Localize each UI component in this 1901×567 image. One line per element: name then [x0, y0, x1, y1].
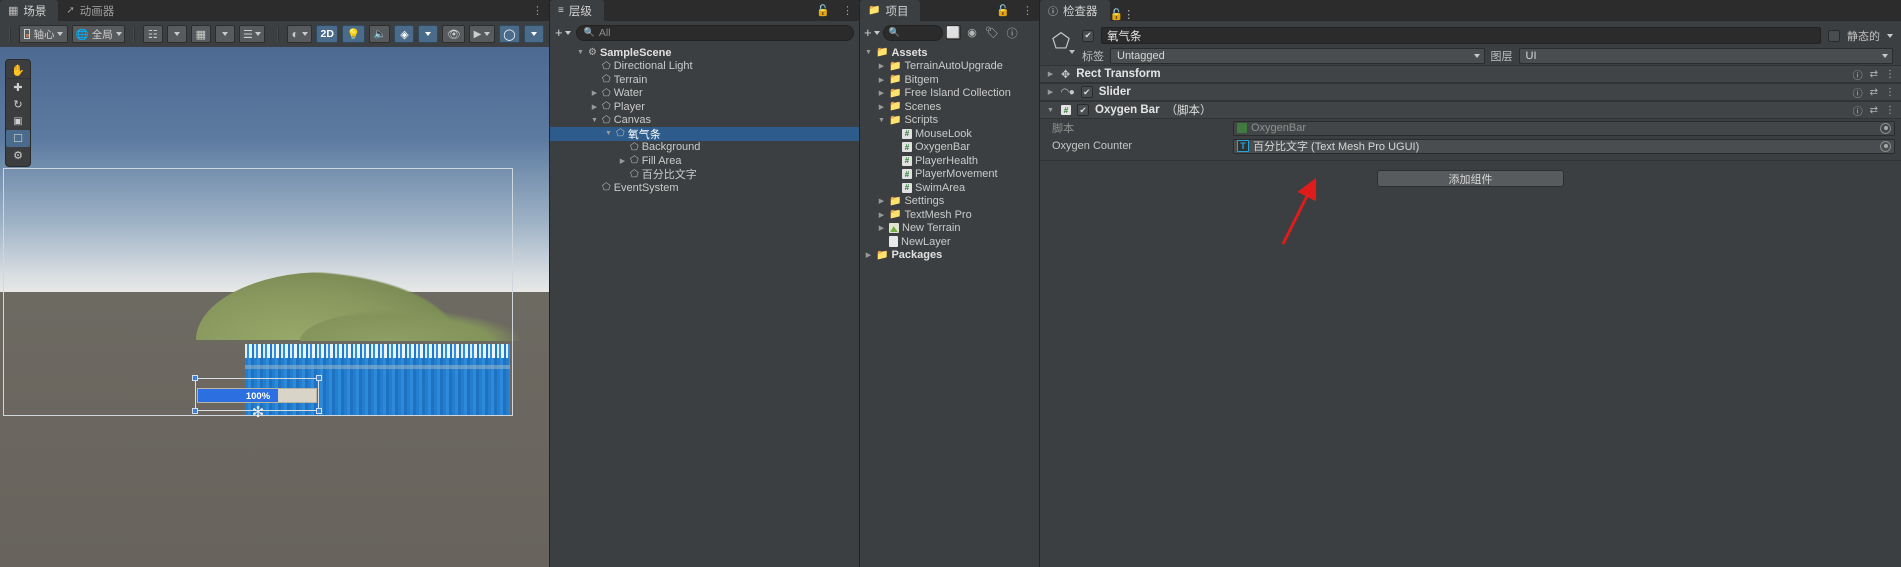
annotation-arrow	[1281, 177, 1317, 245]
